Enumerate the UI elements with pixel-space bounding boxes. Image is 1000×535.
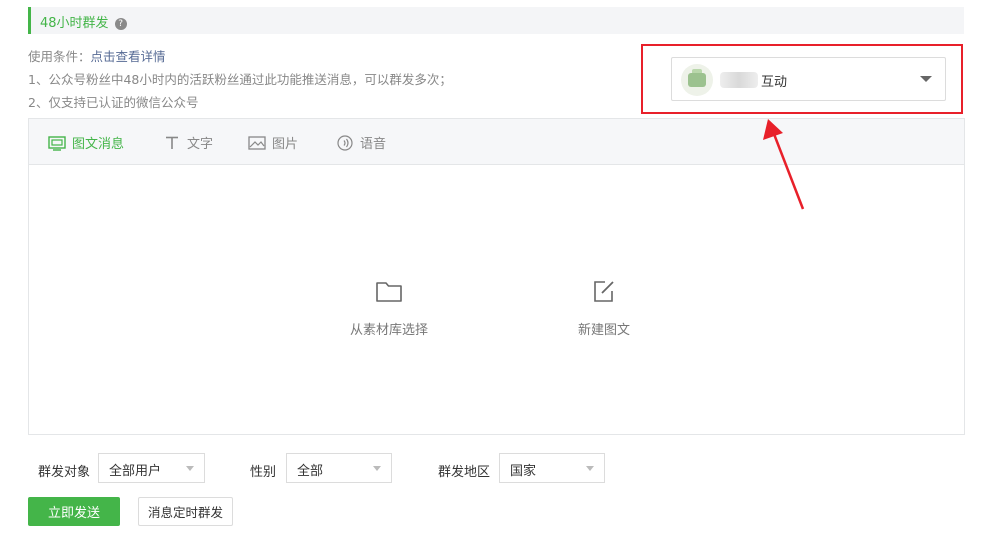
news-icon [48,135,66,151]
region-select[interactable]: 国家 [499,453,605,483]
avatar [681,64,713,96]
select-from-library-label: 从素材库选择 [349,323,428,338]
rule-1-text: 1、公众号粉丝中48小时内的活跃粉丝通过此功能推送消息，可以群发多次； [28,72,452,87]
create-news-button[interactable]: 新建图文 [544,279,664,338]
account-name: 互动 [761,75,788,90]
target-label: 群发对象 [38,465,91,480]
caret-down-icon [373,466,381,471]
tab-label: 文字 [187,137,214,152]
tab-news[interactable]: 图文消息 [48,133,124,152]
folder-icon [375,279,403,305]
caret-down-icon [186,466,194,471]
tab-voice[interactable]: 语音 [336,133,386,152]
gender-value: 全部 [297,464,324,479]
tab-label: 图片 [272,137,299,152]
region-value: 国家 [510,464,537,479]
caret-down-icon [920,76,932,82]
target-value: 全部用户 [109,464,162,479]
send-now-button[interactable]: 立即发送 [28,497,120,526]
create-news-label: 新建图文 [577,323,630,338]
conditions-label: 使用条件： [28,49,91,64]
gender-select[interactable]: 全部 [286,453,392,483]
region-label: 群发地区 [438,465,491,480]
account-select[interactable]: 互动 [671,57,946,101]
voice-icon [336,134,354,151]
section-header: 48小时群发 ? [28,7,964,34]
details-link[interactable]: 点击查看详情 [91,49,166,64]
section-title: 48小时群发 ? [40,12,127,31]
message-type-tabs: 图文消息 文字 图片 语音 [29,119,964,165]
tab-label: 语音 [360,137,387,152]
target-select[interactable]: 全部用户 [98,453,205,483]
caret-down-icon [586,466,594,471]
rule-2-text: 2、仅支持已认证的微信公众号 [28,95,199,110]
tab-text[interactable]: 文字 [163,133,213,152]
question-circle-icon[interactable]: ? [114,18,127,30]
edit-icon [590,279,618,305]
message-editor: 图文消息 文字 图片 语音 从素材库选择 新建图文 [28,118,965,435]
select-from-library-button[interactable]: 从素材库选择 [329,279,449,338]
image-icon [248,135,266,151]
schedule-send-button[interactable]: 消息定时群发 [138,497,233,526]
tab-image[interactable]: 图片 [248,133,298,152]
blurred-account-name [720,72,758,88]
text-icon [163,135,181,151]
conditions-line: 使用条件：点击查看详情 [28,46,166,65]
gender-label: 性别 [250,465,277,480]
tab-label: 图文消息 [72,137,125,152]
